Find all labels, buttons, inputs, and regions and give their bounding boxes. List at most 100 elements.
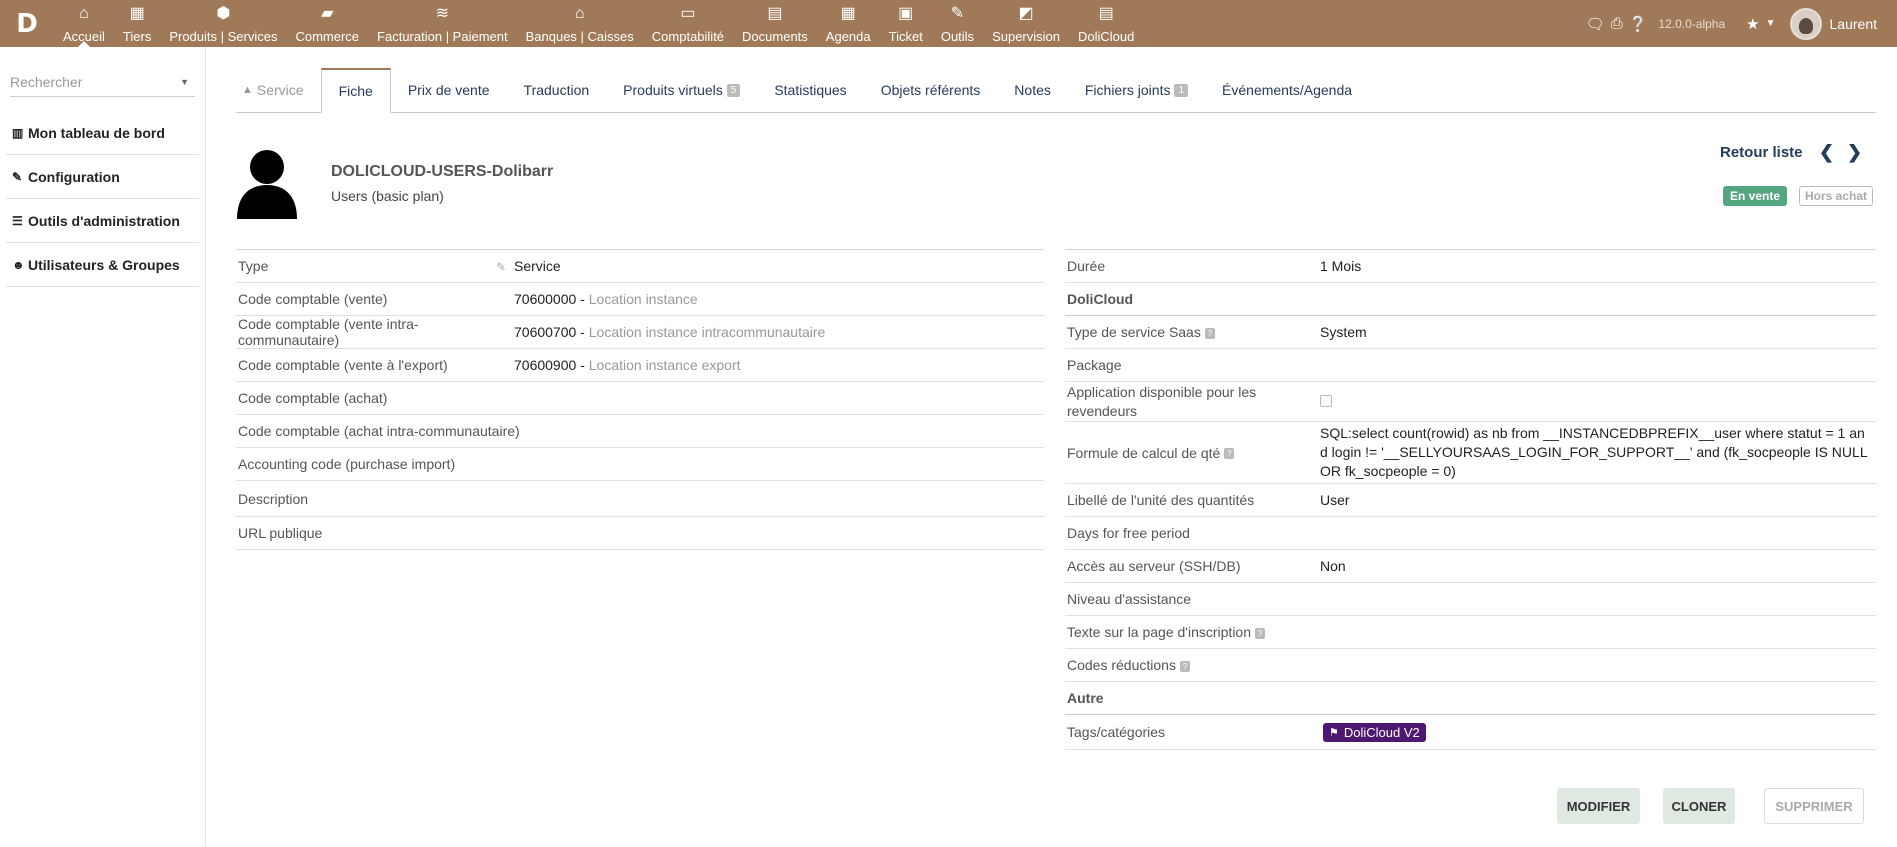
field-row-saas-type: Type de service Saas? System <box>1065 316 1876 349</box>
chevron-left-icon[interactable]: ❮ <box>1819 142 1834 163</box>
service-icon: ▲ <box>242 84 253 96</box>
field-row-acc-sell: Code comptable (vente) 70600000 - Locati… <box>236 283 1044 316</box>
menu-item-products[interactable]: ⬢ Produits | Services <box>160 0 286 47</box>
category-tag[interactable]: ⚑ DoliCloud V2 <box>1323 722 1426 742</box>
tab-service[interactable]: ▲ Service <box>236 68 321 112</box>
menu-item-accueil[interactable]: ⌂ Accueil <box>54 0 114 47</box>
cube-icon: ⬢ <box>216 4 231 22</box>
coins-icon: ≋ <box>435 4 450 22</box>
sidebar-item-users-groups[interactable]: ☻ Utilisateurs & Groupes <box>6 243 199 287</box>
tag-icon: ⚑ <box>1329 726 1339 739</box>
field-row-signup-text: Texte sur la page d'inscription? <box>1065 616 1876 649</box>
help-icon[interactable]: ❔ <box>1629 15 1648 33</box>
field-row-unit: Libellé de l'unité des quantités User <box>1065 484 1876 517</box>
field-row-free-period: Days for free period <box>1065 517 1876 550</box>
field-row-package: Package <box>1065 349 1876 382</box>
field-row-duree: Durée 1 Mois <box>1065 250 1876 283</box>
field-row-formula: Formule de calcul de qté? SQL:select cou… <box>1065 422 1876 484</box>
back-to-list-link[interactable]: Retour liste <box>1720 144 1803 161</box>
ticket-icon: ▣ <box>898 4 914 22</box>
comment-icon[interactable]: 🗨 <box>1586 15 1605 33</box>
edit-pencil-icon[interactable]: ✎ <box>496 260 506 274</box>
print-icon[interactable]: ⎙ <box>1611 15 1623 32</box>
suitcase-icon: ▰ <box>321 4 334 22</box>
sidebar-item-configuration[interactable]: ✎ Configuration <box>6 155 199 199</box>
building-icon: ▦ <box>129 4 145 22</box>
menu-item-dolicloud[interactable]: ▤ DoliCloud <box>1069 0 1143 47</box>
top-right-tools: 🗨 ⎙ ❔ 12.0.0-alpha ★ ▼ Laurent <box>1583 0 1897 47</box>
sidebar-item-label: Mon tableau de bord <box>28 124 165 141</box>
help-icon[interactable]: ? <box>1179 660 1190 672</box>
user-name[interactable]: Laurent <box>1830 16 1877 32</box>
chart-icon: ▥ <box>12 125 24 140</box>
menu-item-ticket[interactable]: ▣ Ticket <box>880 0 932 47</box>
help-icon[interactable]: ? <box>1224 448 1235 460</box>
search-select[interactable]: Rechercher ▼ <box>10 67 195 97</box>
field-row-tags: Tags/catégories ⚑ DoliCloud V2 <box>1065 715 1876 750</box>
help-icon[interactable]: ? <box>1255 627 1265 639</box>
reseller-checkbox[interactable] <box>1320 394 1332 407</box>
status-badge-buy: Hors achat <box>1799 186 1874 206</box>
sidebar-item-label: Outils d'administration <box>28 212 180 229</box>
section-autre: Autre <box>1065 682 1876 715</box>
field-row-acc-buy: Code comptable (achat) <box>236 382 1044 415</box>
product-ref: DOLICLOUD-USERS-Dolibarr <box>331 163 554 180</box>
sidebar-item-admin-tools[interactable]: ☰ Outils d'administration <box>6 199 199 243</box>
home-icon: ⌂ <box>79 4 89 22</box>
field-row-assist: Niveau d'assistance <box>1065 583 1876 616</box>
field-row-reseller: Application disponible pour les revendeu… <box>1065 382 1876 422</box>
search-placeholder: Rechercher <box>10 73 83 90</box>
tab-fiche[interactable]: Fiche <box>320 68 391 113</box>
sidebar-item-dashboard[interactable]: ▥ Mon tableau de bord <box>6 111 199 155</box>
left-field-table: Type ✎ Service Code comptable (vente) 70… <box>236 249 1044 550</box>
clone-button[interactable]: CLONER <box>1663 788 1735 824</box>
menu-item-documents[interactable]: ▤ Documents <box>733 0 817 47</box>
server-icon: ☰ <box>12 213 23 228</box>
avatar[interactable] <box>1789 7 1822 40</box>
tab-statistiques[interactable]: Statistiques <box>757 68 863 112</box>
money-check-icon: ▭ <box>680 4 696 22</box>
menu-item-banks[interactable]: ⌂ Banques | Caisses <box>517 0 643 47</box>
tab-evenements[interactable]: Événements/Agenda <box>1205 68 1369 112</box>
tab-objets-referents[interactable]: Objets référents <box>864 68 998 112</box>
wrench-icon: ✎ <box>950 4 965 22</box>
count-badge: 5 <box>726 83 741 97</box>
help-icon[interactable]: ? <box>1204 327 1215 339</box>
section-dolicloud: DoliCloud <box>1065 283 1876 316</box>
delete-button[interactable]: SUPPRIMER <box>1764 788 1864 824</box>
left-sidebar: Rechercher ▼ ▥ Mon tableau de bord ✎ Con… <box>0 47 206 847</box>
bank-icon: ⌂ <box>574 4 585 22</box>
field-row-acc-intra: Code comptable (vente intra-communautair… <box>236 316 1044 349</box>
field-row-type: Type ✎ Service <box>236 250 1044 283</box>
tab-notes[interactable]: Notes <box>997 68 1068 112</box>
menu-item-accounting[interactable]: ▭ Comptabilité <box>643 0 733 47</box>
tab-produits-virtuels[interactable]: Produits virtuels 5 <box>606 68 757 112</box>
menu-item-billing[interactable]: ≋ Facturation | Paiement <box>368 0 517 47</box>
menu-item-supervision[interactable]: ◩ Supervision <box>983 0 1069 47</box>
menu-item-commerce[interactable]: ▰ Commerce <box>286 0 368 47</box>
sidebar-item-label: Utilisateurs & Groupes <box>28 256 180 273</box>
menu-item-tiers[interactable]: ▦ Tiers <box>114 0 160 47</box>
dolibarr-logo[interactable]: D <box>0 0 54 47</box>
field-row-description: Description <box>236 481 1044 517</box>
calendar-icon: ▦ <box>840 4 856 22</box>
status-badge-sell: En vente <box>1723 186 1788 206</box>
users-icon: ☻ <box>12 257 25 272</box>
tab-prix-vente[interactable]: Prix de vente <box>391 68 507 112</box>
tab-fichiers-joints[interactable]: Fichiers joints 1 <box>1068 68 1205 112</box>
wrench-icon: ✎ <box>12 169 23 184</box>
tab-traduction[interactable]: Traduction <box>507 68 607 112</box>
top-menu: ⌂ Accueil ▦ Tiers ⬢ Produits | Services … <box>54 0 1143 47</box>
field-row-acc-export: Code comptable (vente à l'export) 706009… <box>236 349 1044 382</box>
right-field-table: Durée 1 Mois DoliCloud Type de service S… <box>1065 249 1876 750</box>
modify-button[interactable]: MODIFIER <box>1557 788 1640 824</box>
chevron-right-icon[interactable]: ❯ <box>1847 142 1862 163</box>
menu-item-agenda[interactable]: ▦ Agenda <box>817 0 880 47</box>
sidebar-menu: ▥ Mon tableau de bord ✎ Configuration ☰ … <box>0 111 205 287</box>
chevron-down-icon[interactable]: ▼ <box>1766 18 1776 29</box>
field-row-url: URL publique <box>236 517 1044 550</box>
product-placeholder-photo <box>237 150 297 219</box>
bookmark-star-icon[interactable]: ★ <box>1746 15 1759 33</box>
menu-item-tools[interactable]: ✎ Outils <box>932 0 983 47</box>
sidebar-item-label: Configuration <box>28 168 120 185</box>
